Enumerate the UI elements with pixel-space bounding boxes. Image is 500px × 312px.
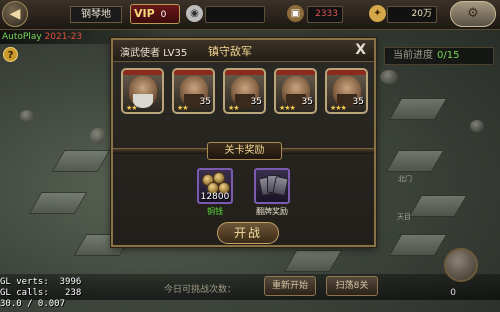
help-button[interactable]: ? xyxy=(3,47,18,62)
hero-level: 35 xyxy=(250,97,262,107)
reward-name: 翻牌奖励 xyxy=(256,207,288,216)
avatar-count: 0 xyxy=(450,288,456,298)
hero-stars: ★★★ xyxy=(330,104,347,112)
card-icon xyxy=(272,175,289,197)
debug-line: GL calls: 238 xyxy=(0,288,82,298)
reward-copper[interactable]: 12800 xyxy=(197,168,233,204)
map-tile xyxy=(51,150,111,172)
map-tile xyxy=(408,195,468,217)
hero-level: 35 xyxy=(301,97,313,107)
status-left: AutoPlay xyxy=(2,32,42,42)
enemy-hero-card[interactable]: 35 ★★★ xyxy=(274,68,317,114)
enemy-label: 演武使者 LV35 xyxy=(120,48,188,59)
enemy-hero-card[interactable]: 35 ★★ xyxy=(172,68,215,114)
map-stone xyxy=(470,120,484,132)
map-tile xyxy=(388,98,448,120)
debug-line: GL verts: 3996 xyxy=(0,277,82,287)
top-bar: ◀ 钢琴地 VIP 0 ◉ ▣ 2333 ✦ 20万 ⚙ xyxy=(0,0,500,30)
start-battle-button[interactable]: 开战 xyxy=(217,222,279,244)
dialog-header: 演武使者 LV35 镇守敌军 X xyxy=(113,40,374,62)
reward-name: 铜钱 xyxy=(207,207,223,216)
vip-label: VIP xyxy=(134,7,155,20)
debug-line: 30.0 / 0.007 xyxy=(0,299,66,309)
resource-3-value: 20万 xyxy=(387,6,437,23)
food-icon: ▣ xyxy=(287,5,304,22)
progress-label: 当前进度 xyxy=(393,50,433,61)
enemy-hero-card[interactable]: 35 ★★★ xyxy=(325,68,368,114)
enemy-hero-list: ★★ 35 ★★ 35 ★★ 35 ★★★ 35 ★★★ xyxy=(117,68,372,118)
progress-value: 0/15 xyxy=(437,50,460,61)
map-stone xyxy=(90,128,106,144)
hero-level: 35 xyxy=(199,97,211,107)
map-tile xyxy=(385,150,445,172)
hero-level: 35 xyxy=(352,97,364,107)
enemy-dialog: 演武使者 LV35 镇守敌军 X ★★ 35 ★★ 35 ★★ 35 ★★★ 3… xyxy=(111,38,376,247)
gear-icon: ⚙ xyxy=(467,6,479,21)
dialog-title: 镇守敌军 xyxy=(208,45,252,58)
reward-banner: 关卡奖励 xyxy=(207,142,282,160)
reward-card-flip[interactable] xyxy=(254,168,290,204)
vip-badge[interactable]: VIP 0 xyxy=(130,4,180,24)
reward-count: 12800 xyxy=(200,192,230,202)
sweep-button[interactable]: 扫荡8关 xyxy=(326,276,378,296)
resource-1-value xyxy=(205,6,265,23)
hero-stars: ★★ xyxy=(177,104,189,112)
back-button[interactable]: ◀ xyxy=(2,1,28,27)
map-stone xyxy=(380,70,398,84)
map-label: 天目 xyxy=(397,213,411,221)
close-button[interactable]: X xyxy=(355,42,366,58)
map-stone xyxy=(20,110,34,122)
map-tile xyxy=(388,234,448,256)
hero-stars: ★★ xyxy=(228,104,240,112)
silver-coin-icon: ◉ xyxy=(186,5,203,22)
map-tile xyxy=(28,192,88,214)
map-tile xyxy=(283,250,343,272)
restart-button[interactable]: 重新开始 xyxy=(264,276,316,296)
map-label: 北门 xyxy=(398,175,412,183)
settings-button[interactable]: ⚙ xyxy=(450,1,496,27)
progress-indicator: 当前进度 0/15 xyxy=(384,47,494,65)
avatar[interactable] xyxy=(444,248,478,282)
challenge-count-text: 今日可挑战次数： xyxy=(164,285,237,295)
status-right: 2021-23 xyxy=(44,32,83,42)
vip-level: 0 xyxy=(160,10,167,20)
hero-stars: ★★★ xyxy=(279,104,296,112)
player-name: 钢琴地 xyxy=(70,6,122,23)
question-icon: ? xyxy=(7,50,14,61)
back-arrow-icon: ◀ xyxy=(9,6,21,22)
resource-2-value: 2333 xyxy=(307,6,343,23)
enemy-hero-card[interactable]: 35 ★★ xyxy=(223,68,266,114)
hero-stars: ★★ xyxy=(126,104,138,112)
debug-overlay: GL verts: 3996 GL calls: 238 30.0 / 0.007 xyxy=(0,277,81,310)
enemy-hero-card[interactable]: ★★ xyxy=(121,68,164,114)
gold-icon: ✦ xyxy=(369,5,386,22)
